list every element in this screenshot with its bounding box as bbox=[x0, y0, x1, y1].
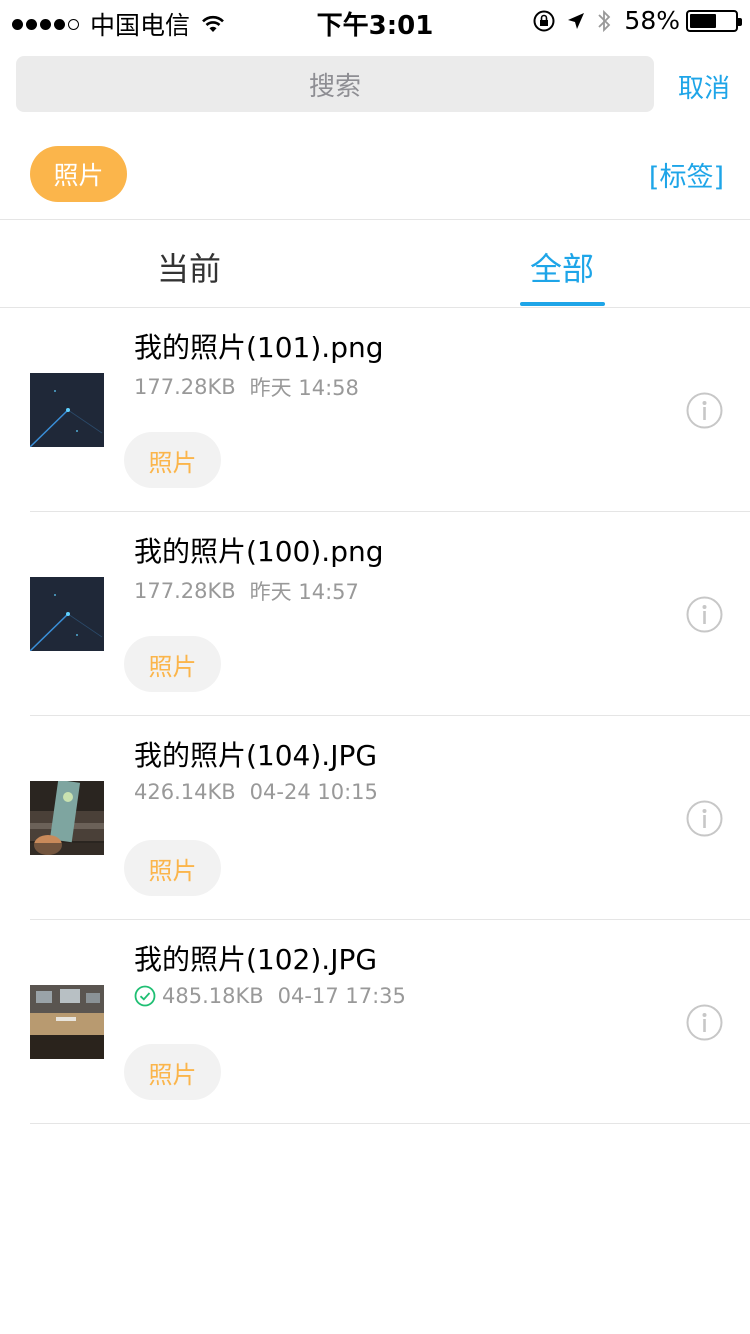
tab-all[interactable]: 全部 bbox=[530, 244, 594, 290]
file-thumbnail bbox=[30, 373, 104, 447]
file-name: 我的照片(101).png bbox=[134, 331, 384, 364]
battery-icon bbox=[686, 9, 742, 32]
file-date: 昨天 14:57 bbox=[249, 580, 359, 604]
file-thumbnail bbox=[30, 985, 104, 1059]
synced-check-icon bbox=[134, 985, 156, 1007]
file-list-item[interactable]: 我的照片(104).JPG 426.14KB 04-24 10:15 照片 bbox=[0, 716, 750, 920]
divider bbox=[30, 1123, 750, 1124]
file-meta: 177.28KB 昨天 14:57 bbox=[134, 576, 359, 606]
file-size: 177.28KB bbox=[134, 579, 236, 603]
status-right: 58% bbox=[532, 6, 742, 35]
file-name: 我的照片(102).JPG bbox=[134, 943, 378, 976]
file-meta: 177.28KB 昨天 14:58 bbox=[134, 372, 359, 402]
file-tag-chip[interactable]: 照片 bbox=[124, 840, 221, 896]
file-meta: 426.14KB 04-24 10:15 bbox=[134, 780, 378, 804]
file-date: 04-24 10:15 bbox=[249, 780, 378, 804]
file-meta: 485.18KB 04-17 17:35 bbox=[134, 984, 406, 1008]
file-tag-chip[interactable]: 照片 bbox=[124, 432, 221, 488]
file-size: 426.14KB bbox=[134, 780, 236, 804]
file-list-item[interactable]: 我的照片(102).JPG 485.18KB 04-17 17:35 照片 bbox=[0, 920, 750, 1124]
file-date: 昨天 14:58 bbox=[249, 376, 359, 400]
file-size: 485.18KB bbox=[162, 984, 264, 1008]
status-bar: 中国电信 下午3:01 58% bbox=[0, 0, 750, 41]
info-icon[interactable] bbox=[686, 392, 723, 429]
rotation-lock-icon bbox=[533, 10, 555, 31]
file-size: 177.28KB bbox=[134, 375, 236, 399]
info-icon[interactable] bbox=[686, 800, 723, 837]
selected-tag-chip[interactable]: 照片 bbox=[30, 146, 127, 202]
location-arrow-icon bbox=[568, 12, 585, 29]
file-name: 我的照片(100).png bbox=[134, 535, 384, 568]
tags-link[interactable]: [标签] bbox=[649, 155, 724, 194]
divider bbox=[0, 219, 750, 220]
file-tag-chip[interactable]: 照片 bbox=[124, 1044, 221, 1100]
file-tag-chip[interactable]: 照片 bbox=[124, 636, 221, 692]
tab-active-indicator bbox=[520, 302, 605, 306]
file-name: 我的照片(104).JPG bbox=[134, 739, 378, 772]
battery-percent: 58% bbox=[624, 6, 680, 35]
bluetooth-icon bbox=[598, 9, 611, 32]
file-list-item[interactable]: 我的照片(101).png 177.28KB 昨天 14:58 照片 bbox=[0, 308, 750, 512]
cancel-button[interactable]: 取消 bbox=[678, 68, 730, 105]
file-date: 04-17 17:35 bbox=[277, 984, 406, 1008]
tab-current[interactable]: 当前 bbox=[157, 244, 221, 290]
info-icon[interactable] bbox=[686, 596, 723, 633]
file-thumbnail bbox=[30, 577, 104, 651]
file-thumbnail bbox=[30, 781, 104, 855]
info-icon[interactable] bbox=[686, 1004, 723, 1041]
file-list-item[interactable]: 我的照片(100).png 177.28KB 昨天 14:57 照片 bbox=[0, 512, 750, 716]
search-input[interactable]: 搜索 bbox=[16, 56, 654, 112]
